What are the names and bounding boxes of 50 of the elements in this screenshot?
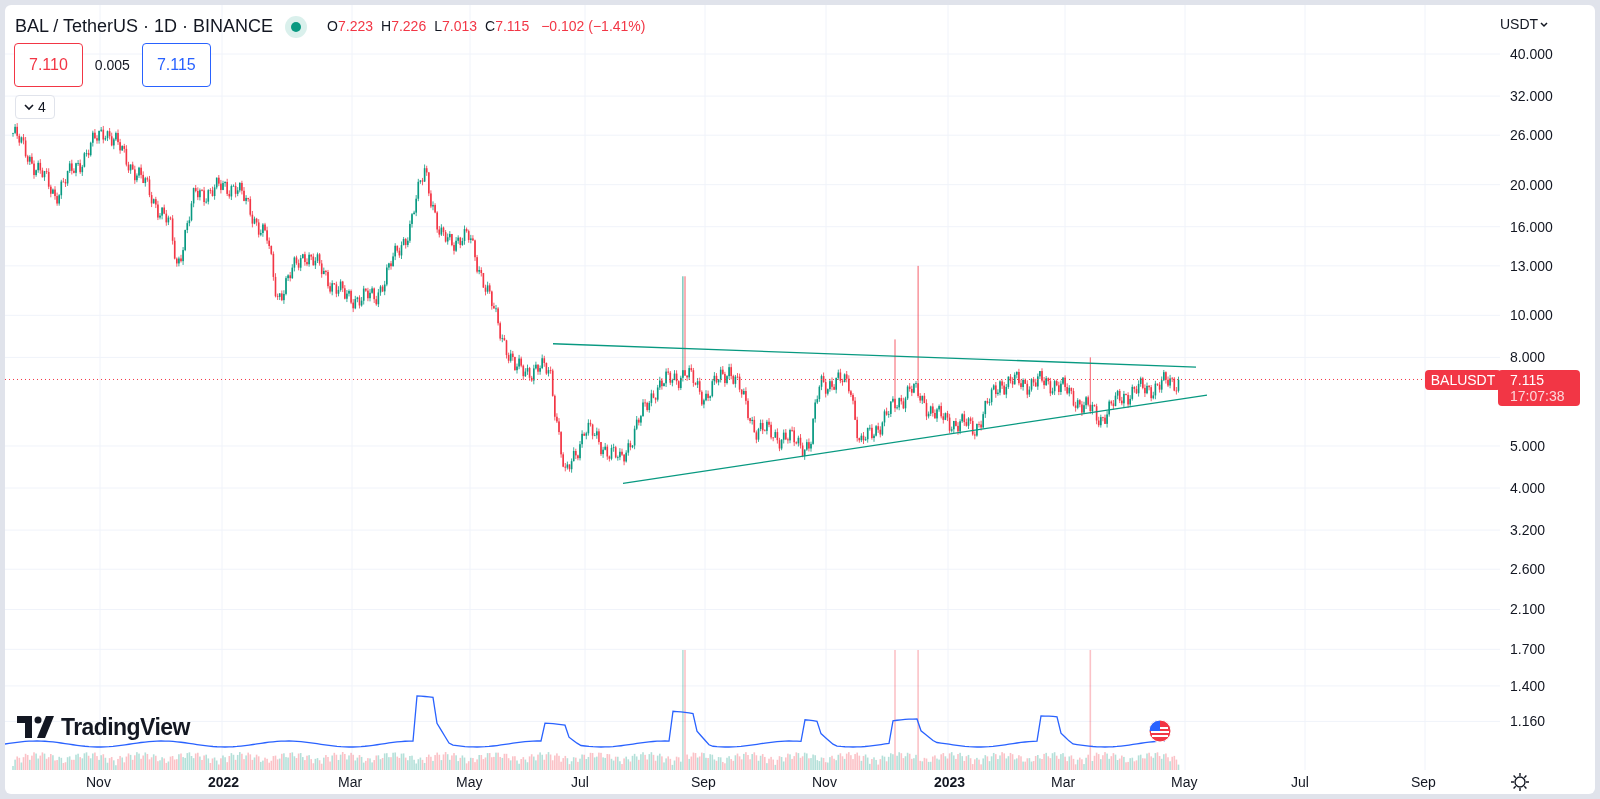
price-tick: 16.000: [1510, 218, 1553, 235]
trend-line[interactable]: [622, 394, 1208, 485]
symbol-title[interactable]: BAL / TetherUS · 1D · BINANCE: [15, 13, 274, 40]
indicators-toggle[interactable]: 4: [15, 95, 55, 119]
price-tick: 40.000: [1510, 46, 1553, 62]
time-tick: 2022: [208, 774, 240, 790]
price-tick: 26.000: [1510, 127, 1553, 144]
time-tick: Nov: [812, 774, 837, 790]
ohlc-value: H7.226: [381, 17, 427, 36]
price-tick: 20.000: [1510, 176, 1553, 193]
price-tick: 10.000: [1510, 307, 1553, 324]
price-tick: 1.160: [1510, 713, 1546, 730]
price-tick: 13.000: [1510, 257, 1553, 274]
price-tick: 8.000: [1510, 349, 1546, 366]
currency-selector[interactable]: USDT: [1500, 14, 1549, 35]
price-tick: 32.000: [1510, 88, 1553, 105]
symbol-price-tag: BALUSDT: [1425, 370, 1501, 390]
chevron-down-icon: [24, 103, 34, 111]
price-tick: 1.700: [1510, 641, 1546, 658]
time-tick: Jul: [1291, 774, 1309, 790]
logo-text: TradingView: [61, 713, 190, 742]
buy-price[interactable]: 7.115: [141, 43, 211, 87]
time-tick: Mar: [338, 774, 363, 790]
settings-icon[interactable]: [1510, 772, 1530, 792]
chevron-down-icon: [1540, 21, 1549, 28]
trend-line[interactable]: [552, 343, 1197, 368]
time-tick: Nov: [86, 774, 111, 790]
time-tick: Sep: [1411, 774, 1436, 790]
last-price: 7.115: [1510, 372, 1545, 388]
price-tick: 1.400: [1510, 677, 1546, 694]
sell-price[interactable]: 7.110: [14, 43, 83, 87]
spread-value: 0.005: [94, 55, 130, 75]
price-tick: 3.200: [1510, 522, 1546, 539]
candle-countdown: 17:07:38: [1510, 388, 1566, 404]
price-tick: 4.000: [1510, 480, 1546, 497]
ohlc-value: O7.223: [327, 17, 374, 36]
time-tick: Mar: [1051, 774, 1076, 790]
ohlc-value: C7.115: [485, 17, 530, 36]
time-tick: May: [1171, 774, 1198, 790]
logo-icon: [17, 716, 55, 739]
price-change: −0.102 (−1.41%): [541, 17, 646, 36]
ohlc-value: L7.013: [434, 17, 478, 36]
flag-icon: [1148, 719, 1172, 743]
price-tick: 2.600: [1510, 561, 1546, 578]
price-tick: 5.000: [1510, 437, 1546, 454]
time-tick: Sep: [691, 774, 716, 790]
time-tick: Jul: [571, 774, 589, 790]
price-tick: 2.100: [1510, 601, 1546, 618]
time-tick: May: [456, 774, 483, 790]
time-tick: 2023: [934, 774, 966, 790]
